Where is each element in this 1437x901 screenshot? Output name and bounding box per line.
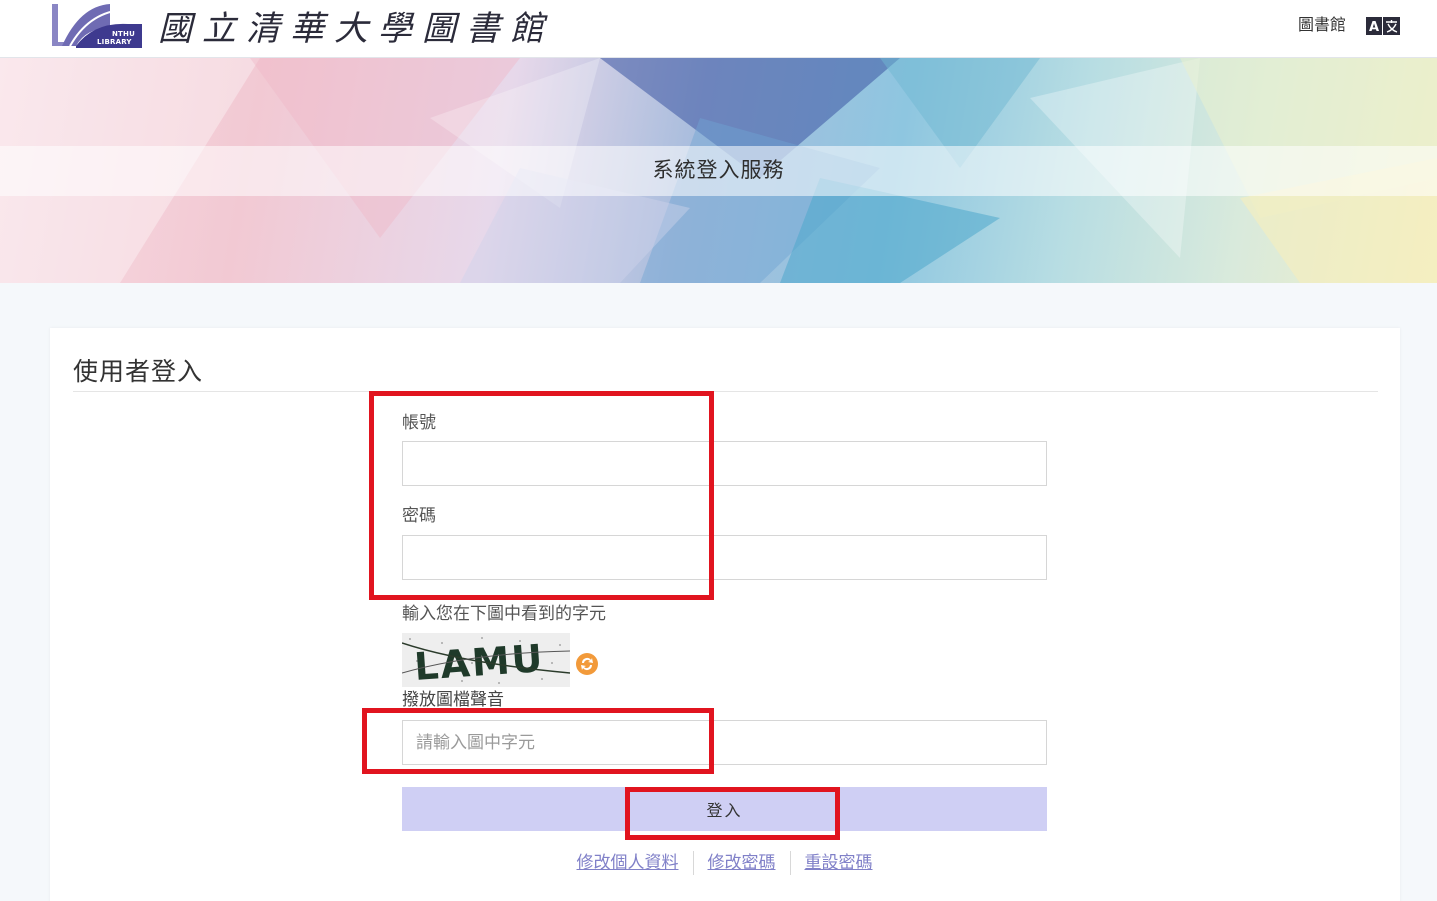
site-title[interactable]: 國立清華大學圖書館	[158, 8, 554, 50]
top-bar: NTHU LIBRARY 國立清華大學圖書館 圖書館 A	[0, 0, 1437, 58]
login-heading: 使用者登入	[73, 357, 204, 386]
highlight-login-button	[625, 787, 840, 840]
captcha-prompt: 輸入您在下圖中看到的字元	[402, 604, 606, 624]
svg-text:A: A	[1369, 20, 1379, 35]
banner-title: 系統登入服務	[652, 158, 785, 182]
logo-text-library: LIBRARY	[97, 38, 132, 46]
reset-password-link[interactable]: 重設密碼	[791, 853, 887, 873]
edit-profile-link[interactable]: 修改個人資料	[563, 853, 693, 873]
highlight-captcha-input	[362, 708, 714, 774]
change-password-link[interactable]: 修改密碼	[694, 853, 790, 873]
refresh-icon[interactable]	[575, 652, 599, 676]
hero-banner: 系統登入服務	[0, 58, 1437, 283]
highlight-credentials	[369, 391, 714, 600]
captcha-image: LAMU	[402, 633, 570, 687]
library-link[interactable]: 圖書館	[1298, 14, 1346, 36]
heading-divider	[73, 391, 1378, 392]
translate-icon[interactable]: A	[1366, 17, 1400, 35]
account-links: 修改個人資料 修改密碼 重設密碼	[402, 848, 1047, 875]
logo-text-nthu: NTHU	[112, 30, 135, 38]
